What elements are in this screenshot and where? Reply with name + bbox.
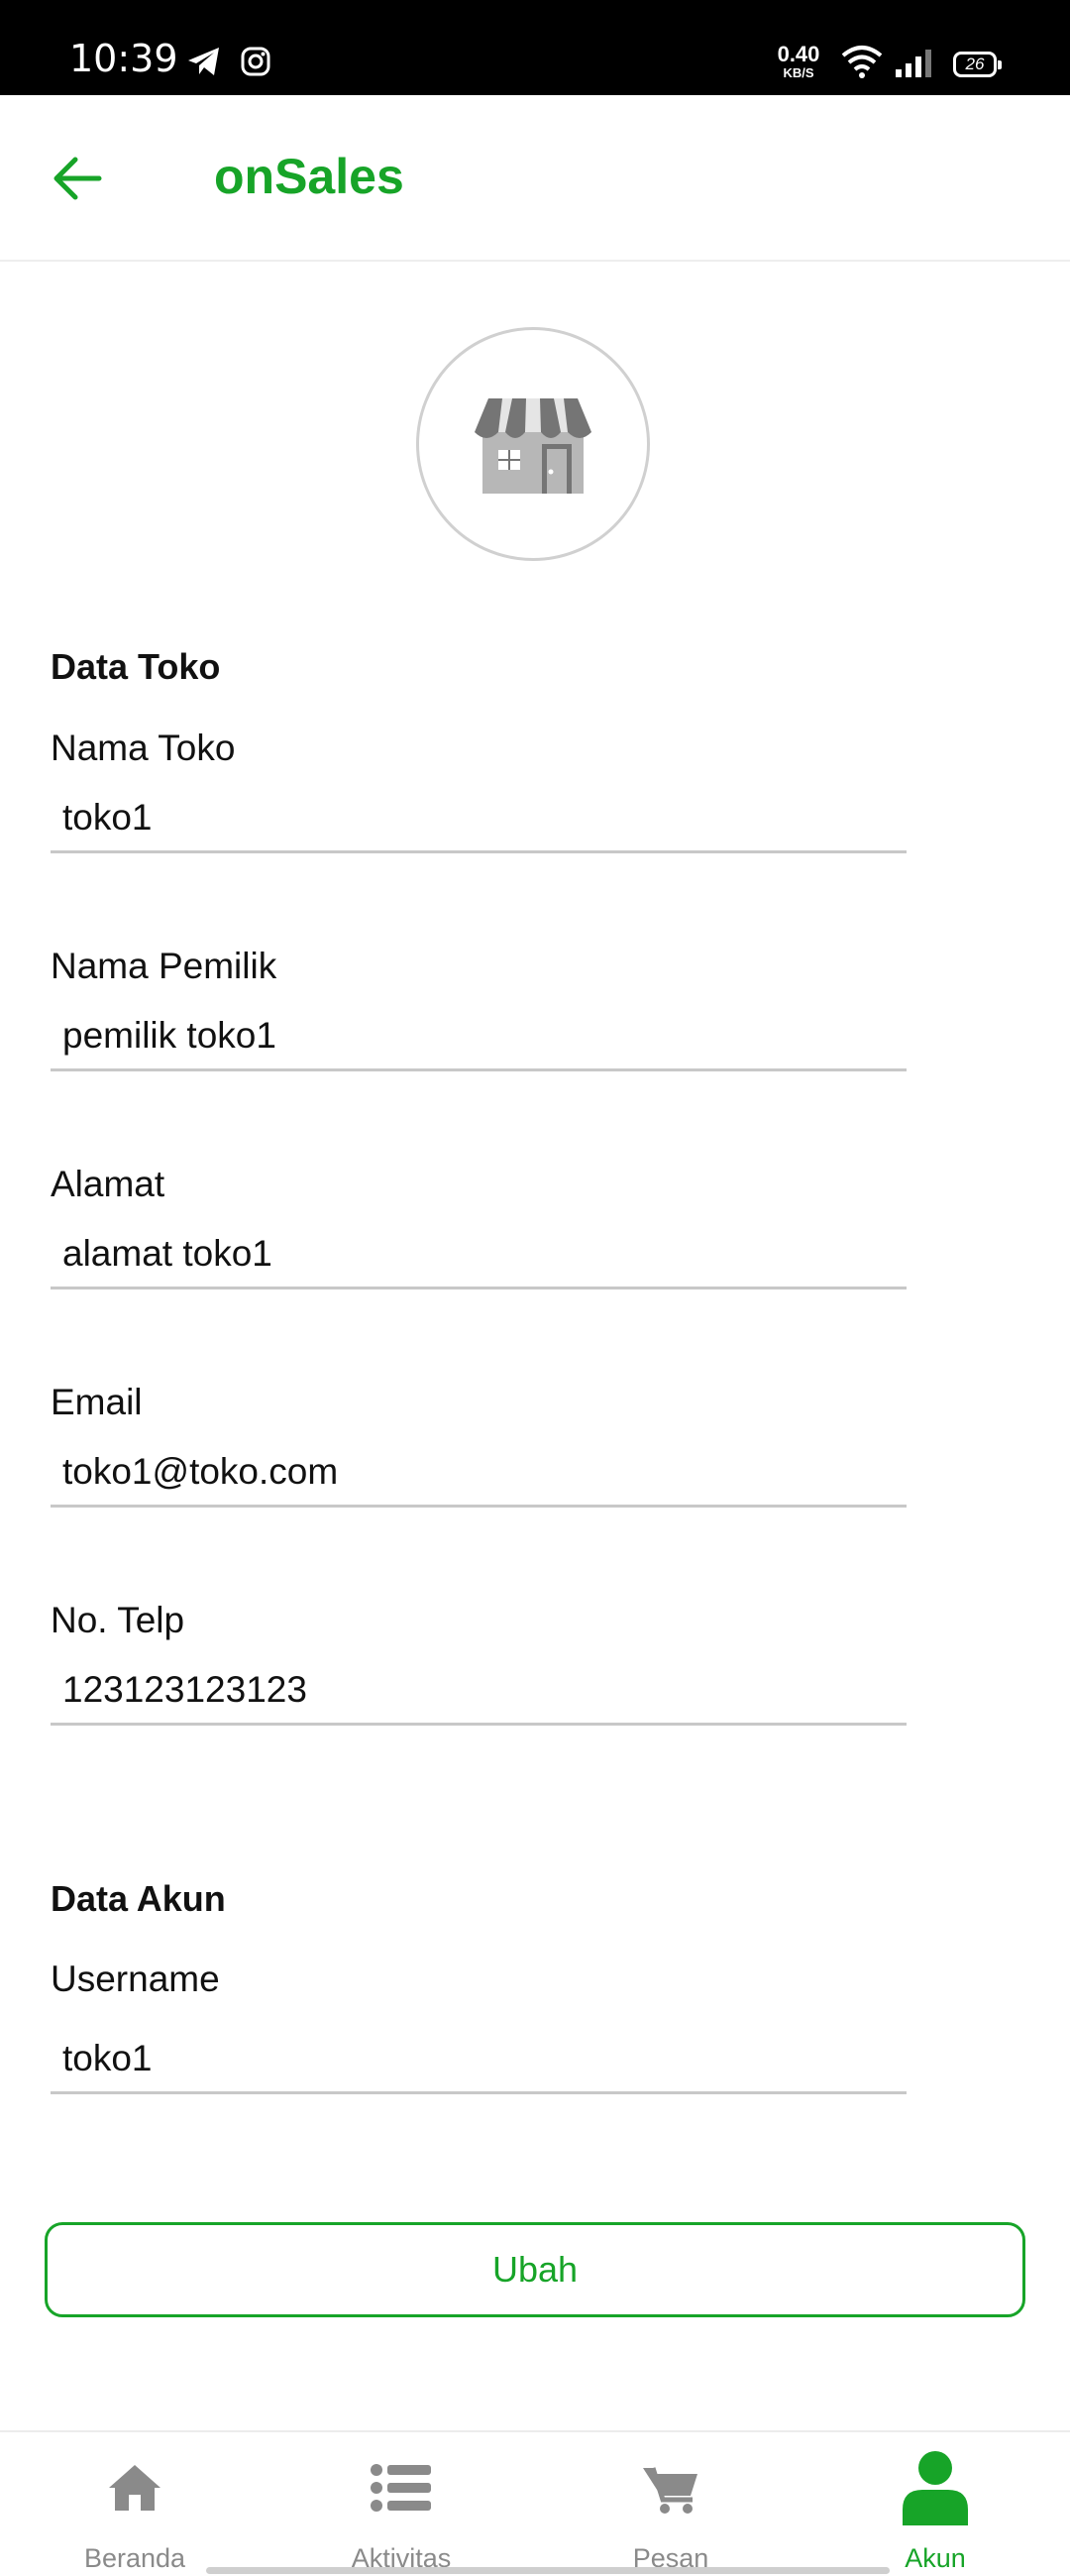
username-label: Username bbox=[51, 1959, 220, 1999]
home-indicator[interactable] bbox=[206, 2567, 890, 2574]
status-time: 10:39 bbox=[69, 37, 178, 80]
user-icon bbox=[901, 2450, 970, 2532]
arrow-left-icon bbox=[54, 157, 102, 200]
account-section-title: Data Akun bbox=[51, 1878, 226, 1919]
telegram-icon bbox=[186, 46, 222, 82]
storefront-icon bbox=[475, 398, 591, 494]
nav-item-beranda[interactable]: Beranda bbox=[26, 2432, 244, 2576]
list-icon bbox=[370, 2462, 433, 2519]
instagram-icon bbox=[240, 46, 271, 82]
owner-name-label: Nama Pemilik bbox=[51, 946, 277, 986]
phone-label: No. Telp bbox=[51, 1600, 185, 1640]
nav-item-pesan[interactable]: Pesan bbox=[562, 2432, 780, 2576]
edit-button[interactable]: Ubah bbox=[45, 2222, 1025, 2317]
signal-icon bbox=[894, 48, 933, 84]
store-avatar[interactable] bbox=[416, 327, 650, 561]
bottom-nav: Beranda Aktivitas Pesan Akun bbox=[0, 2430, 1070, 2576]
back-button[interactable] bbox=[48, 149, 107, 208]
net-speed: 0.40 KB/S bbox=[777, 42, 820, 80]
username-input[interactable] bbox=[51, 2025, 907, 2094]
email-label: Email bbox=[51, 1382, 143, 1422]
email-input[interactable] bbox=[51, 1438, 907, 1508]
home-icon bbox=[106, 2462, 163, 2519]
address-label: Alamat bbox=[51, 1164, 165, 1204]
store-name-input[interactable] bbox=[51, 784, 907, 853]
address-input[interactable] bbox=[51, 1220, 907, 1289]
cart-icon bbox=[641, 2462, 700, 2520]
store-section-title: Data Toko bbox=[51, 646, 221, 687]
phone-input[interactable] bbox=[51, 1656, 907, 1726]
app-bar: onSales bbox=[0, 95, 1070, 262]
app-title: onSales bbox=[214, 149, 404, 204]
wifi-icon bbox=[840, 44, 884, 84]
nav-item-akun[interactable]: Akun bbox=[826, 2432, 1044, 2576]
owner-name-input[interactable] bbox=[51, 1002, 907, 1071]
status-bar: 10:39 0.40 KB/S 26 bbox=[0, 0, 1070, 95]
store-name-label: Nama Toko bbox=[51, 728, 236, 768]
nav-item-aktivitas[interactable]: Aktivitas bbox=[292, 2432, 510, 2576]
battery-icon: 26 bbox=[953, 52, 1002, 77]
